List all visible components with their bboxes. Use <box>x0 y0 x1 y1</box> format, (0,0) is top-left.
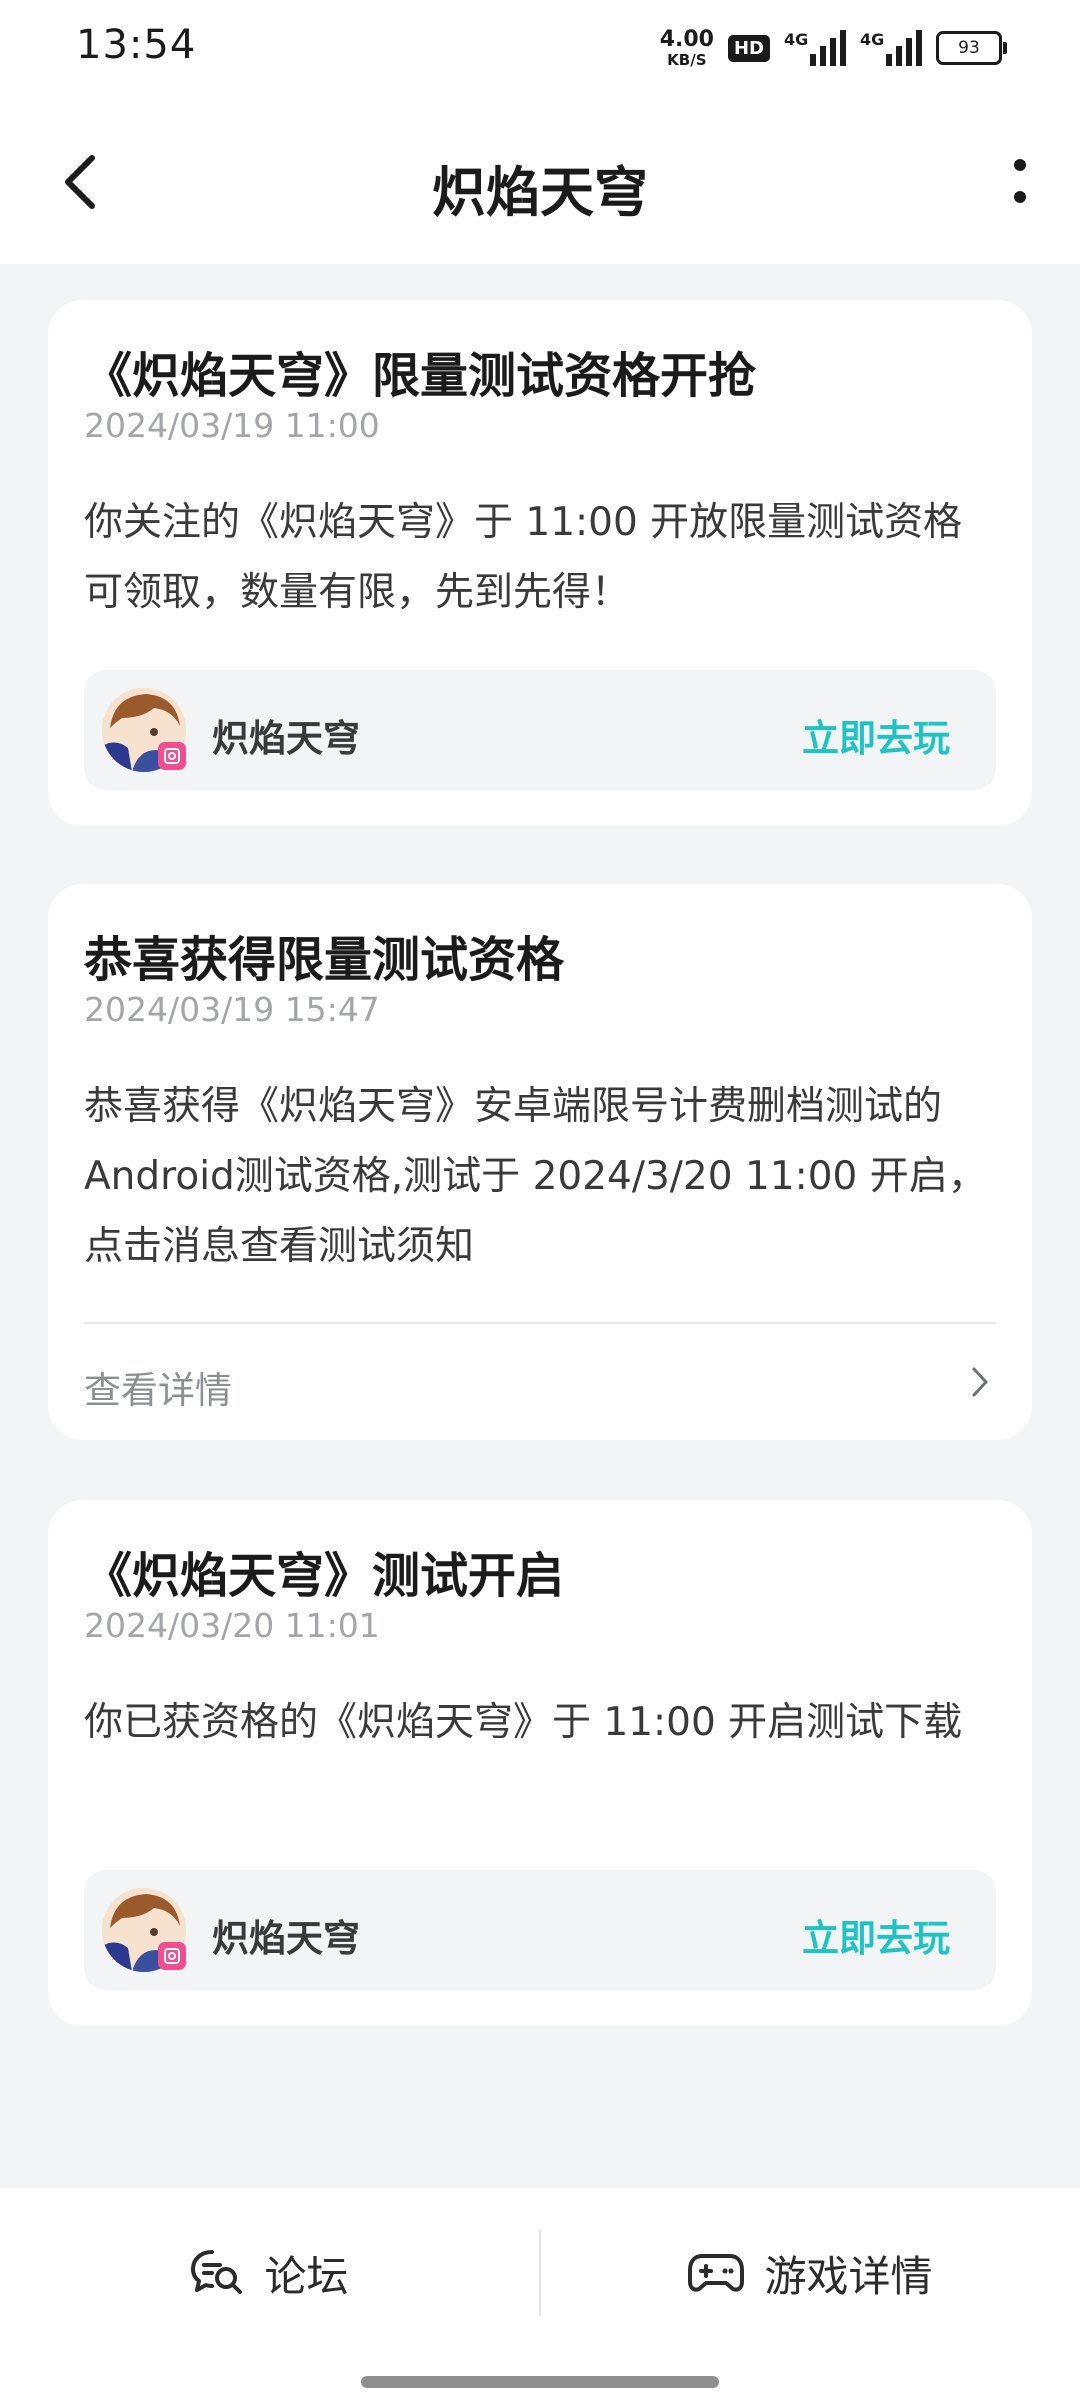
game-badge-icon <box>158 1942 186 1970</box>
status-time: 13:54 <box>76 22 197 68</box>
game-name: 炽焰天穹 <box>212 1917 360 1960</box>
more-vertical-icon <box>1014 159 1026 203</box>
network-speed-unit: KB/S <box>667 50 707 69</box>
status-bar: 13:54 4.00 KB/S HD 4G 4G 93 <box>0 0 1080 100</box>
message-card[interactable]: 《炽焰天穹》测试开启 2024/03/20 11:01 你已获资格的《炽焰天穹》… <box>48 1500 1032 2026</box>
bottom-bar: 论坛 游戏详情 <box>0 2188 1080 2408</box>
more-options-button[interactable] <box>990 146 1050 218</box>
chat-search-icon <box>191 2250 243 2294</box>
chevron-right-icon <box>972 1367 988 1397</box>
battery-level: 93 <box>958 38 980 58</box>
message-time: 2024/03/20 11:01 <box>84 1606 380 1645</box>
game-details-tab[interactable]: 游戏详情 <box>541 2188 1080 2358</box>
game-name: 炽焰天穹 <box>212 717 360 760</box>
view-details-link[interactable]: 查看详情 <box>84 1346 996 1416</box>
play-now-button[interactable]: 立即去玩 <box>802 1908 950 1962</box>
status-icons: 4.00 KB/S HD 4G 4G 93 <box>659 26 1007 70</box>
play-now-button[interactable]: 立即去玩 <box>802 708 950 762</box>
message-time: 2024/03/19 11:00 <box>84 406 380 445</box>
page-title: 炽焰天穹 <box>432 161 648 224</box>
game-badge-icon <box>158 742 186 770</box>
message-title: 《炽焰天穹》限量测试资格开抢 <box>84 348 757 404</box>
network-speed: 4.00 KB/S <box>659 26 714 69</box>
message-body: 恭喜获得《炽焰天穹》安卓端限号计费删档测试的Android测试资格,测试于 20… <box>84 1084 987 1269</box>
view-details-label: 查看详情 <box>84 1369 232 1412</box>
game-row[interactable]: 炽焰天穹 立即去玩 <box>84 1870 996 1990</box>
forum-label: 论坛 <box>264 2251 349 2301</box>
game-details-label: 游戏详情 <box>764 2251 933 2301</box>
message-card[interactable]: 《炽焰天穹》限量测试资格开抢 2024/03/19 11:00 你关注的《炽焰天… <box>48 300 1032 826</box>
signal-icon: 4G <box>860 30 922 66</box>
battery-icon: 93 <box>936 31 1007 65</box>
message-body: 你关注的《炽焰天穹》于 11:00 开放限量测试资格可领取，数量有限，先到先得！ <box>84 500 963 615</box>
network-speed-value: 4.00 <box>659 26 714 52</box>
message-body: 你已获资格的《炽焰天穹》于 11:00 开启测试下载 <box>84 1700 963 1745</box>
signal-icon: 4G <box>784 30 846 66</box>
game-row[interactable]: 炽焰天穹 立即去玩 <box>84 670 996 790</box>
app-header: 炽焰天穹 <box>0 100 1080 264</box>
network-type-label: 4G <box>860 30 885 49</box>
divider <box>84 1322 996 1324</box>
home-indicator[interactable] <box>361 2376 719 2388</box>
forum-tab[interactable]: 论坛 <box>0 2188 539 2358</box>
gamepad-icon <box>688 2254 745 2292</box>
hd-icon: HD <box>727 34 770 62</box>
message-card[interactable]: 恭喜获得限量测试资格 2024/03/19 15:47 恭喜获得《炽焰天穹》安卓… <box>48 884 1032 1440</box>
message-time: 2024/03/19 15:47 <box>84 990 380 1029</box>
network-type-label: 4G <box>784 30 809 49</box>
message-title: 恭喜获得限量测试资格 <box>84 932 565 988</box>
message-title: 《炽焰天穹》测试开启 <box>84 1548 565 1604</box>
